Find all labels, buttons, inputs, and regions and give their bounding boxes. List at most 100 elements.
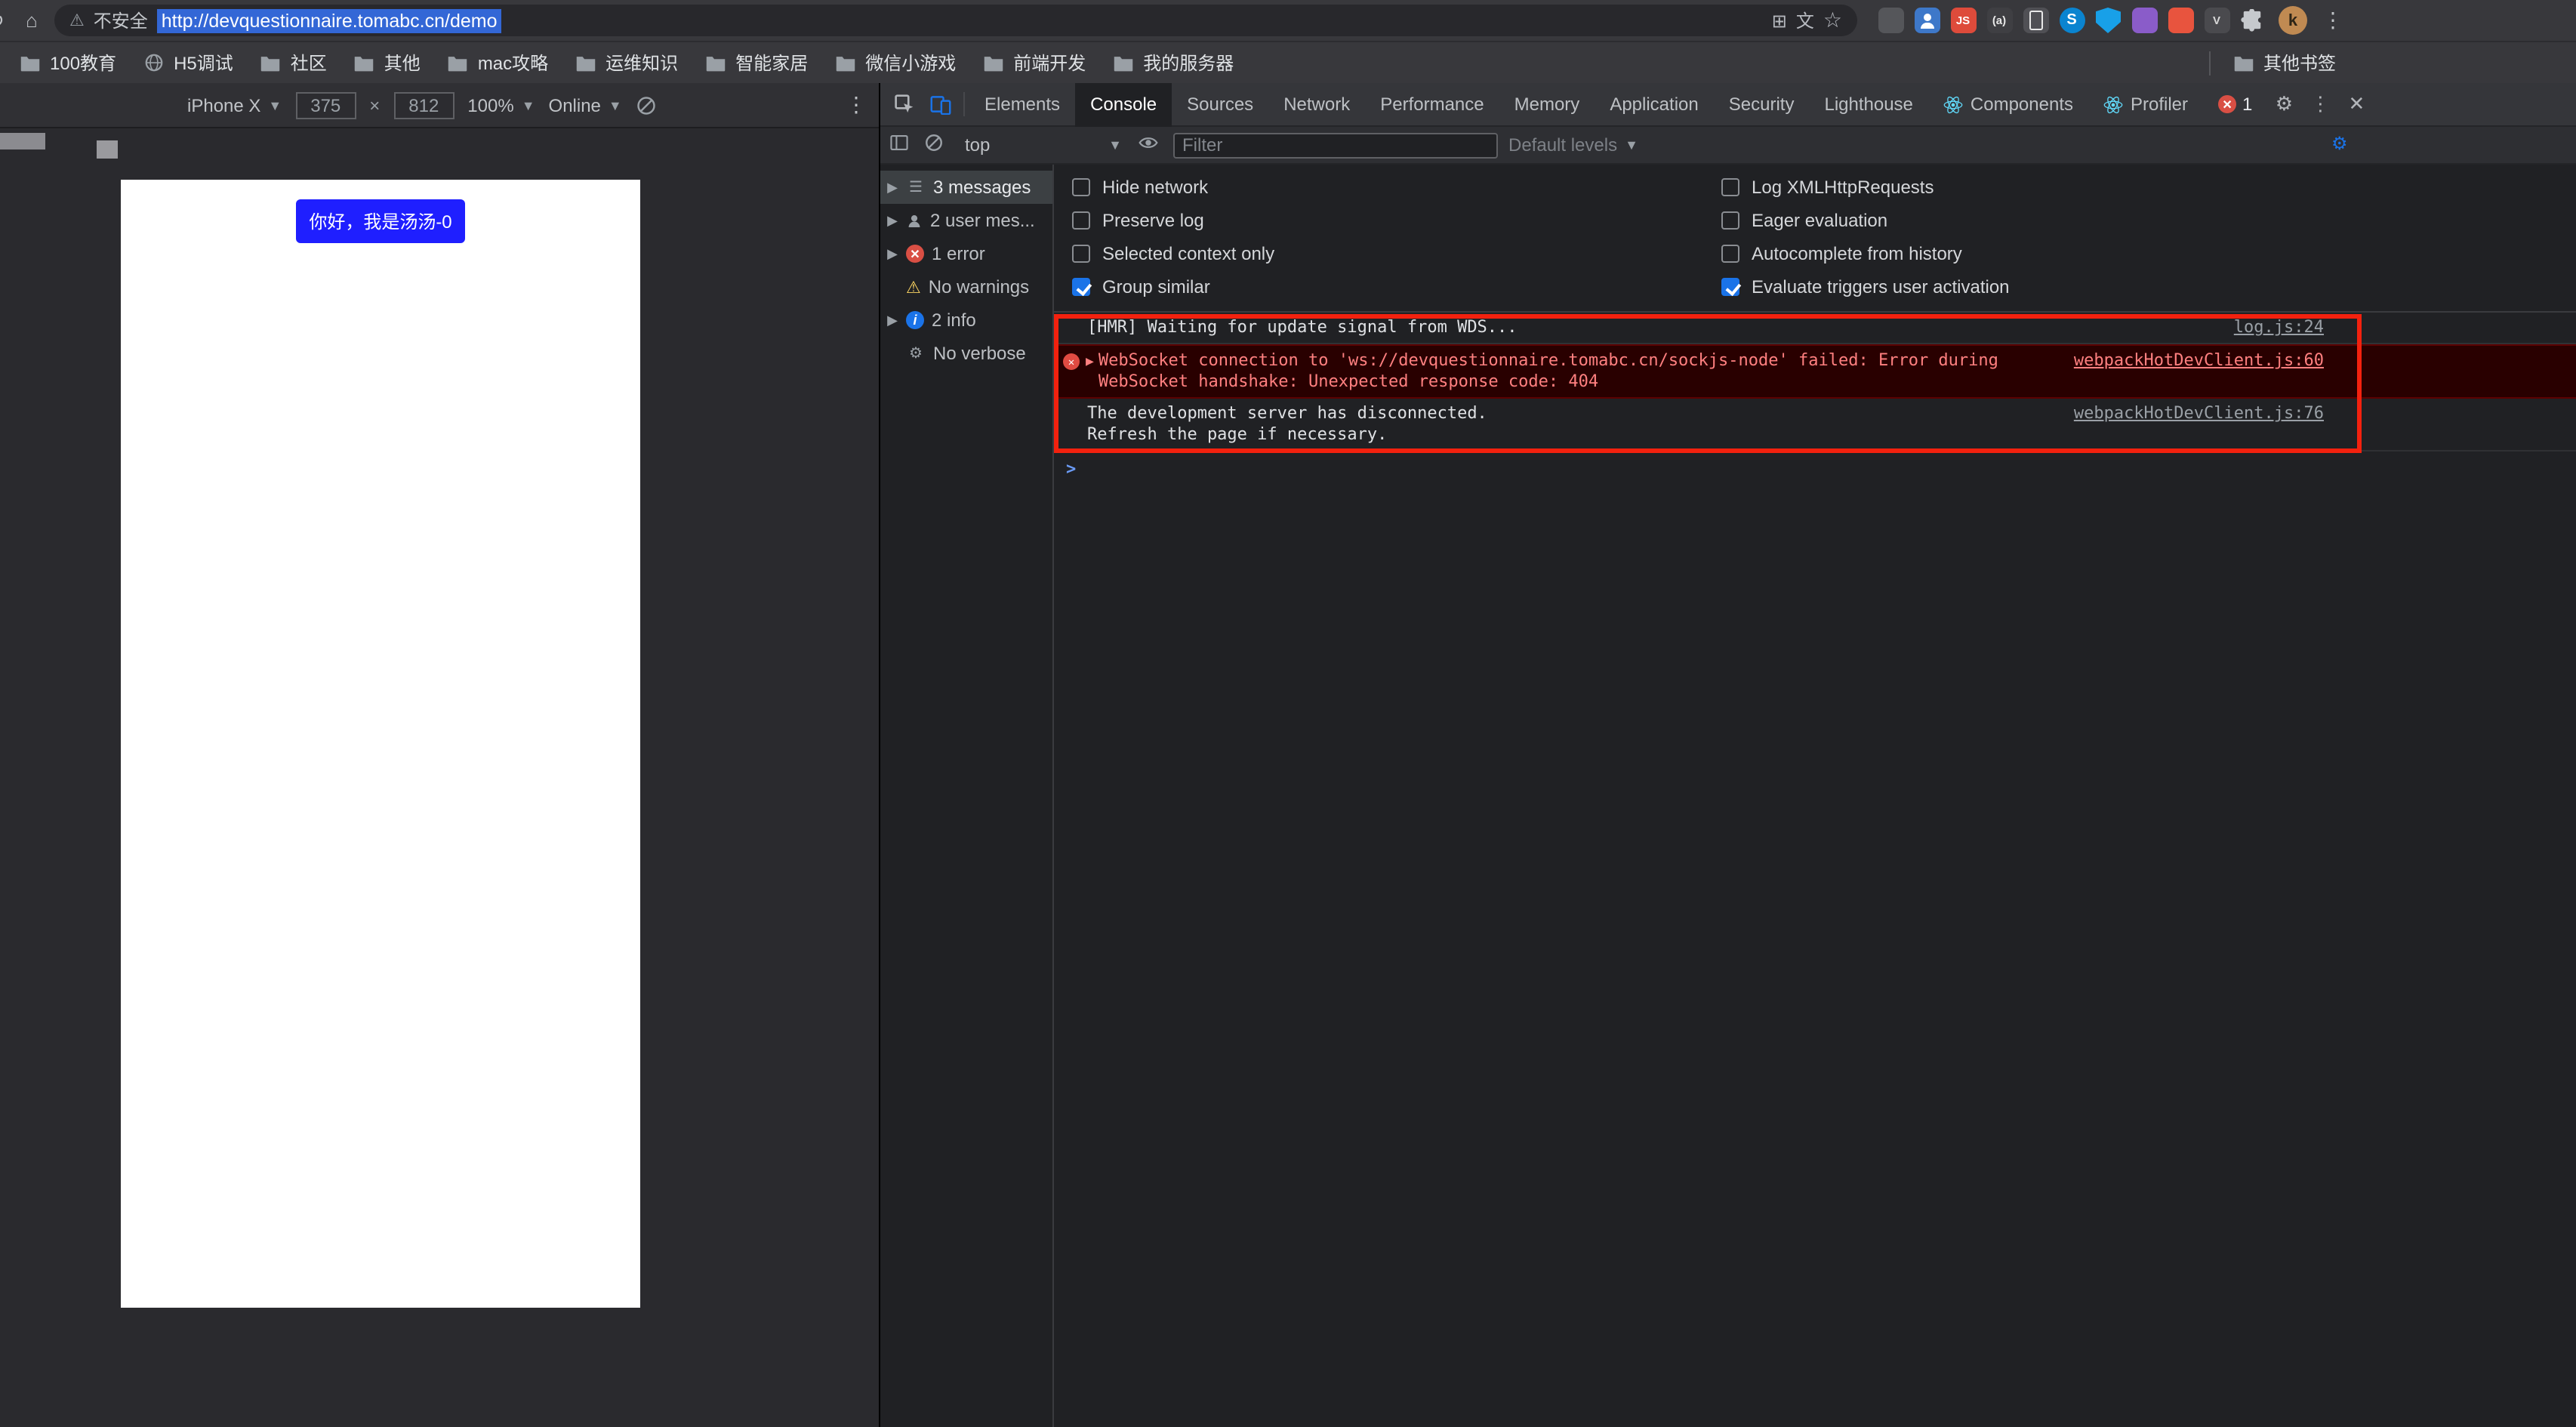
bookmark-item-2[interactable]: H5调试 — [130, 45, 247, 80]
sidebar-item-errors[interactable]: ▶ ✕ 1 error — [880, 237, 1052, 270]
device-height-input[interactable]: 812 — [393, 91, 454, 119]
log-levels-select[interactable]: Default levels ▼ — [1508, 134, 1638, 156]
checkbox-preserve-log[interactable]: Preserve log — [1072, 208, 1721, 233]
tab-components[interactable]: Components — [1928, 82, 2088, 126]
address-bar[interactable]: ⚠ 不安全 http://devquestionnaire.tomabc.cn/… — [54, 5, 1857, 36]
source-link[interactable]: log.js:24 — [2234, 317, 2324, 338]
extension-icon-4[interactable]: (a) — [1986, 8, 2012, 33]
throttling-select[interactable]: Online ▼ — [549, 94, 622, 116]
device-width-input[interactable]: 375 — [295, 91, 356, 119]
javascript-context-select[interactable]: top ▼ — [959, 134, 1128, 156]
url-text[interactable]: http://devquestionnaire.tomabc.cn/demo — [157, 8, 502, 32]
checkbox[interactable] — [1721, 211, 1739, 230]
console-message-hmr[interactable]: [HMR] Waiting for update signal from WDS… — [1054, 313, 2576, 344]
extension-icon-10[interactable]: V — [2204, 8, 2229, 33]
caret-icon[interactable]: ▶ — [886, 245, 898, 262]
tab-application[interactable]: Application — [1595, 82, 1713, 126]
checkbox-eager-evaluation[interactable]: Eager evaluation — [1721, 208, 2010, 233]
tab-memory[interactable]: Memory — [1499, 82, 1595, 126]
checkbox-checked[interactable] — [1721, 278, 1739, 296]
checkbox[interactable] — [1072, 211, 1090, 230]
tab-security[interactable]: Security — [1714, 82, 1810, 126]
bookmark-item-7[interactable]: 智能家居 — [692, 45, 821, 80]
source-link[interactable]: webpackHotDevClient.js:60 — [2074, 350, 2324, 371]
devtools-close-icon[interactable]: ✕ — [2340, 92, 2373, 116]
tab-elements[interactable]: Elements — [969, 82, 1075, 126]
expand-caret-icon[interactable]: ▶ — [1086, 352, 1094, 373]
emulated-page[interactable]: 你好，我是汤汤-0 — [121, 180, 640, 1308]
tab-console[interactable]: Console — [1075, 82, 1172, 126]
bookmark-item-6[interactable]: 运维知识 — [562, 45, 692, 80]
caret-icon[interactable]: ▶ — [886, 212, 898, 229]
checkbox-checked[interactable] — [1072, 278, 1090, 296]
device-toolbar-menu-icon[interactable]: ⋮ — [846, 92, 867, 118]
devtools-settings-icon[interactable]: ⚙ — [2267, 92, 2300, 116]
device-mode-icon[interactable] — [923, 94, 959, 115]
sidebar-item-warnings[interactable]: ⚠ No warnings — [880, 270, 1052, 304]
clear-console-icon[interactable] — [924, 133, 948, 157]
bookmark-item-10[interactable]: 我的服务器 — [1099, 45, 1247, 80]
tab-lighthouse[interactable]: Lighthouse — [1809, 82, 1927, 126]
error-count-badge[interactable]: ✕ 1 — [2218, 94, 2252, 115]
console-prompt[interactable]: > — [1054, 452, 2576, 479]
checkbox-autocomplete-history[interactable]: Autocomplete from history — [1721, 242, 2010, 266]
sidebar-item-verbose[interactable]: ⚙ No verbose — [880, 337, 1052, 370]
security-chip[interactable]: 不安全 — [94, 8, 148, 33]
inspect-element-icon[interactable] — [886, 94, 923, 115]
sidebar-item-info[interactable]: ▶ i 2 info — [880, 304, 1052, 337]
bookmark-item-9[interactable]: 前端开发 — [969, 45, 1099, 80]
tab-sources[interactable]: Sources — [1172, 82, 1268, 126]
console-settings-icon[interactable]: ⚙ — [2331, 133, 2356, 157]
rotate-icon[interactable] — [636, 94, 657, 116]
zoom-select[interactable]: 100% ▼ — [467, 94, 535, 116]
bookmark-item-4[interactable]: 其他 — [340, 45, 434, 80]
not-secure-icon[interactable]: ⚠ — [69, 11, 85, 30]
bookmark-star-icon[interactable]: ☆ — [1823, 8, 1842, 33]
checkbox-hide-network[interactable]: Hide network — [1072, 175, 1721, 199]
hello-button[interactable]: 你好，我是汤汤-0 — [296, 199, 465, 243]
checkbox[interactable] — [1721, 178, 1739, 196]
tab-network[interactable]: Network — [1268, 82, 1365, 126]
live-expression-eye-icon[interactable] — [1139, 133, 1163, 157]
extension-icon-5[interactable] — [2023, 8, 2048, 33]
profile-avatar[interactable]: k — [2279, 6, 2307, 35]
extension-icon-8[interactable] — [2131, 8, 2157, 33]
extensions-puzzle-icon[interactable] — [2241, 9, 2263, 32]
checkbox-evaluate-user-activation[interactable]: Evaluate triggers user activation — [1721, 275, 2010, 299]
checkbox[interactable] — [1072, 178, 1090, 196]
caret-icon[interactable]: ▶ — [886, 312, 898, 328]
checkbox[interactable] — [1072, 245, 1090, 263]
device-select[interactable]: iPhone X ▼ — [187, 94, 282, 116]
checkbox[interactable] — [1721, 245, 1739, 263]
checkbox-group-similar[interactable]: Group similar — [1072, 275, 1721, 299]
console-filter-input[interactable] — [1173, 132, 1498, 158]
source-link[interactable]: webpackHotDevClient.js:76 — [2074, 403, 2324, 424]
console-message-disconnected[interactable]: The development server has disconnected.… — [1054, 399, 2576, 452]
other-bookmarks-button[interactable]: 其他书签 — [2220, 45, 2350, 80]
translate-icon[interactable]: 文 — [1796, 8, 1814, 33]
sidebar-item-user-messages[interactable]: ▶ 2 user mes... — [880, 204, 1052, 237]
checkbox-selected-context-only[interactable]: Selected context only — [1072, 242, 1721, 266]
reload-icon[interactable]: ↻ — [0, 8, 15, 32]
bookmark-item-1[interactable]: 100教育 — [6, 45, 130, 80]
bookmark-item-8[interactable]: 微信小游戏 — [821, 45, 969, 80]
extension-icon-6[interactable]: S — [2059, 8, 2085, 33]
sidebar-item-messages[interactable]: ▶ ☰ 3 messages — [880, 171, 1052, 204]
bookmark-item-3[interactable]: 社区 — [247, 45, 340, 80]
extension-icon-js[interactable]: JS — [1950, 8, 1976, 33]
console-message-websocket-error[interactable]: ✕ ▶ WebSocket connection to 'ws://devque… — [1054, 344, 2576, 399]
console-sidebar-toggle-icon[interactable] — [889, 133, 914, 157]
home-button[interactable]: ⌂ — [15, 9, 48, 32]
caret-icon[interactable]: ▶ — [886, 179, 898, 196]
extension-icon-9[interactable] — [2168, 8, 2193, 33]
bookmark-item-5[interactable]: mac攻略 — [434, 45, 562, 80]
extension-icon-2[interactable] — [1914, 8, 1940, 33]
extension-icon-1[interactable] — [1878, 8, 1903, 33]
tab-performance[interactable]: Performance — [1365, 82, 1499, 126]
devtools-menu-icon[interactable]: ⋮ — [2303, 92, 2337, 116]
checkbox-log-xmlhttprequests[interactable]: Log XMLHttpRequests — [1721, 175, 2010, 199]
browser-menu-icon[interactable]: ⋮ — [2322, 8, 2343, 33]
tab-profiler[interactable]: Profiler — [2088, 82, 2203, 126]
apps-grid-icon[interactable]: ⊞ — [1772, 10, 1787, 31]
extension-icon-shield[interactable] — [2095, 8, 2121, 33]
